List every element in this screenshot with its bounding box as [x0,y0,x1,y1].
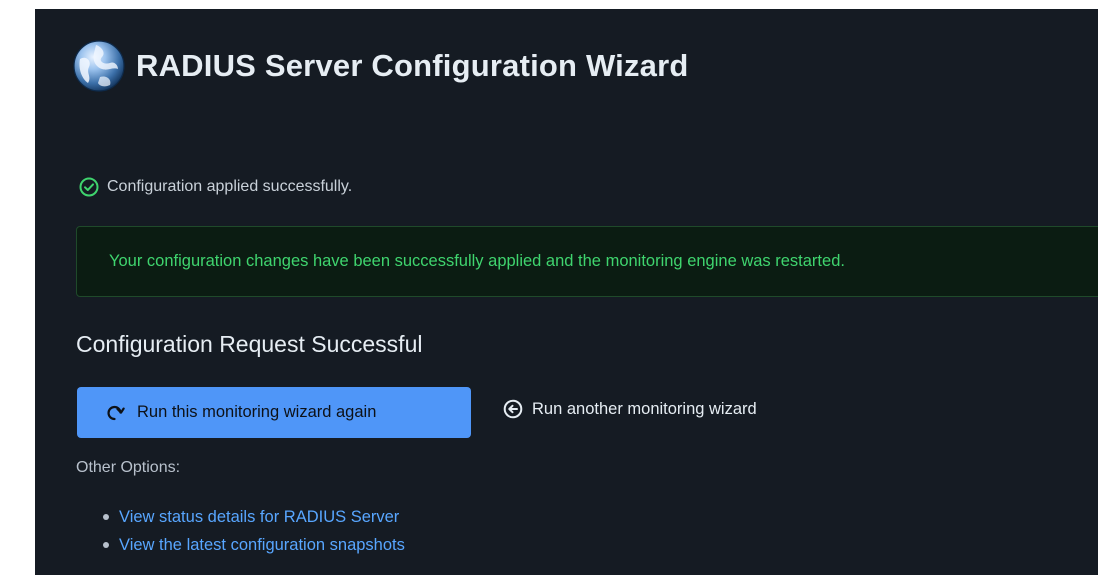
check-circle-icon [79,177,99,197]
wizard-page: RADIUS Server Configuration Wizard Confi… [35,9,1098,575]
redo-icon [107,405,125,420]
bullet-icon [103,514,109,520]
other-options-list: View status details for RADIUS Server Vi… [79,505,405,561]
arrow-left-circle-icon [503,399,523,419]
run-wizard-again-button[interactable]: Run this monitoring wizard again [77,387,471,438]
success-alert-text: Your configuration changes have been suc… [109,252,845,270]
bullet-icon [103,542,109,548]
view-status-details-link[interactable]: View status details for RADIUS Server [119,508,399,527]
other-options-label: Other Options: [76,459,181,476]
result-heading: Configuration Request Successful [76,331,423,357]
view-config-snapshots-link[interactable]: View the latest configuration snapshots [119,536,405,555]
run-another-wizard-button[interactable]: Run another monitoring wizard [503,399,757,419]
globe-icon [73,40,125,92]
page-title: RADIUS Server Configuration Wizard [136,48,689,83]
list-item: View status details for RADIUS Server [79,505,405,529]
list-item: View the latest configuration snapshots [79,533,405,557]
run-wizard-again-label: Run this monitoring wizard again [137,403,377,421]
status-message: Configuration applied successfully. [79,177,352,197]
success-alert: Your configuration changes have been suc… [76,226,1098,297]
status-text: Configuration applied successfully. [107,178,353,195]
page-header: RADIUS Server Configuration Wizard [72,39,689,93]
run-another-wizard-label: Run another monitoring wizard [532,399,757,418]
